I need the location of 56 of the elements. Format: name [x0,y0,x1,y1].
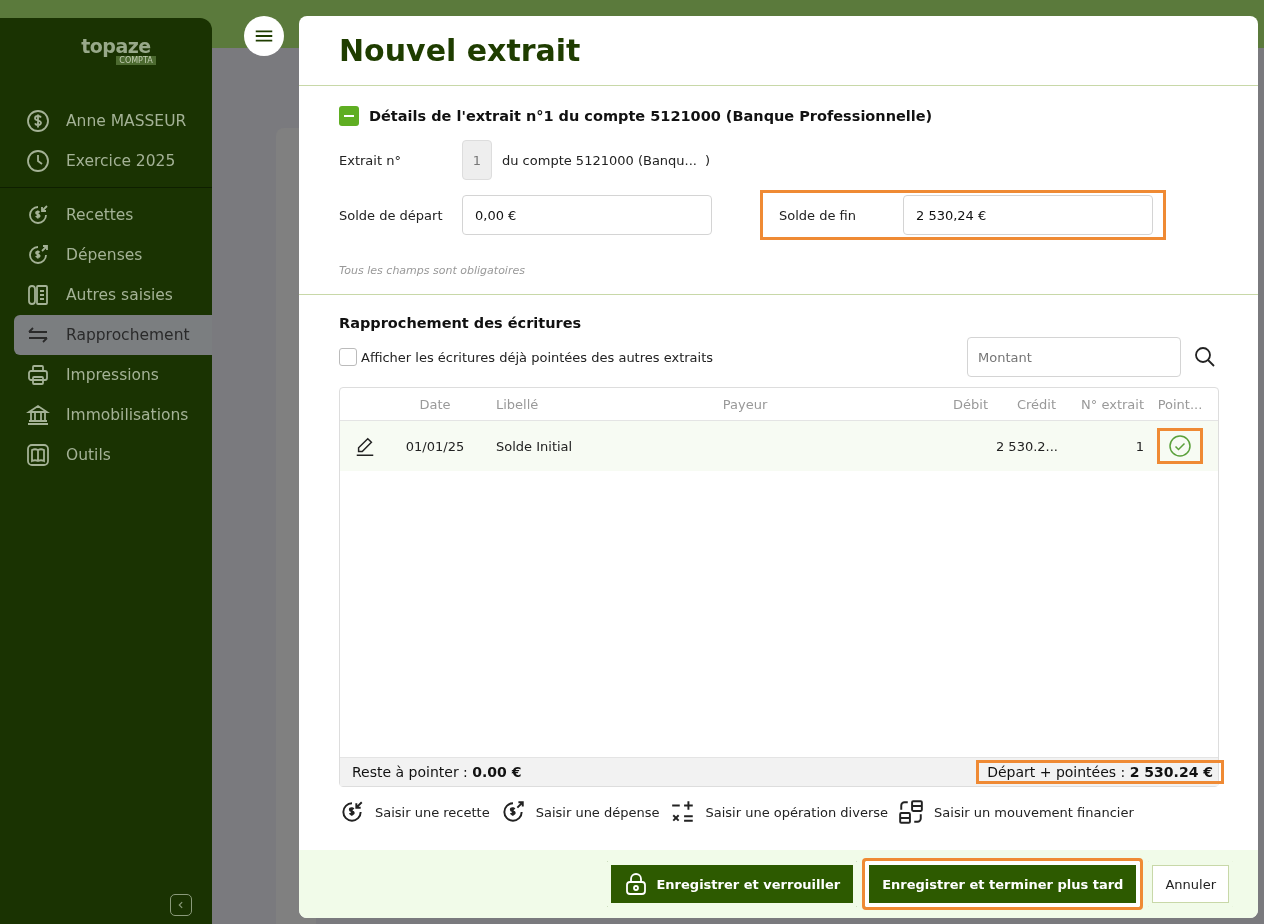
dollar-icon [26,109,50,133]
cancel-button[interactable]: Annuler [1145,858,1236,910]
sidebar-item[interactable]: Rapprochement [14,315,212,355]
bank-icon [26,403,50,427]
action-link[interactable]: Saisir une dépense [499,799,660,825]
field-label: Solde de fin [779,207,857,223]
action-link[interactable]: Saisir une opération diverse [669,799,889,825]
book-icon [26,443,50,467]
amount-search-field[interactable]: Montant [967,337,1181,377]
sidebar-item[interactable]: Exercice 2025 [14,141,212,181]
search-icon[interactable] [1193,345,1217,369]
transfer-icon [898,799,925,825]
account-text: du compte 5121000 (Banqu... [502,152,697,168]
math-operators-icon [669,799,696,825]
pointed-total: Départ + pointées : 2 530.24 € [976,760,1224,784]
document-icon [26,283,50,307]
field-label: Extrait n° [339,152,402,168]
field-label: Solde de départ [339,207,444,223]
action-link[interactable]: Saisir une recette [339,799,490,825]
check-circle-icon[interactable] [1168,434,1192,458]
lock-icon [624,872,649,896]
clock-icon [26,149,50,173]
table-cell-text: Solde Initial [495,438,574,454]
start-balance-field[interactable]: 0,00 € [462,195,712,235]
required-note: Tous les champs sont obligatoires [339,264,526,277]
printer-icon [26,363,50,387]
table-cell-text: 2 530.2... [994,438,1058,454]
end-balance-field[interactable]: 2 530,24 € [903,195,1153,235]
sidebar-item[interactable]: Impressions [14,355,212,395]
sidebar-item[interactable]: Outils [14,435,212,475]
dollar-arrow-icon [26,203,50,227]
checkbox-label: Afficher les écritures déjà pointées des autres extraits [361,349,714,365]
pencil-icon[interactable] [354,435,376,457]
remaining-total: Reste à pointer : 0.00 € [352,764,522,780]
statement-number-field: 1 [462,140,492,180]
table-cell-text: 1 [1134,438,1145,454]
table-row[interactable]: 01/01/25 Solde Initial 2 530.2... 1 [340,421,1218,471]
collapse-button[interactable] [170,894,192,916]
action-link[interactable]: Saisir un mouvement financier [898,799,1134,825]
minus-icon [344,115,354,117]
checkbox[interactable] [339,348,357,366]
dialog-title: Nouvel extrait [339,33,581,68]
section-heading: Détails de l'extrait n°1 du compte 5121000 (Banque Professionnelle) [369,108,933,124]
dollar-arrow-icon [26,243,50,267]
sidebar-item[interactable]: Autres saisies [14,275,212,315]
section-heading: Rapprochement des écritures [339,315,583,331]
sidebar-item[interactable]: Recettes [14,195,212,235]
sidebar-item[interactable]: Anne MASSEUR [14,101,212,141]
dollar-arrow-icon [339,799,365,825]
save-button[interactable]: Enregistrer et terminer plus tard [862,858,1144,910]
sidebar-item[interactable]: Dépenses [14,235,212,275]
collapse-toggle[interactable] [339,106,359,126]
parenthesis-text: ) [705,152,711,168]
table-cell-text: 01/01/25 [404,438,466,454]
sidebar-item[interactable]: Immobilisations [14,395,212,435]
logo: topaze COMPTA [0,18,212,98]
